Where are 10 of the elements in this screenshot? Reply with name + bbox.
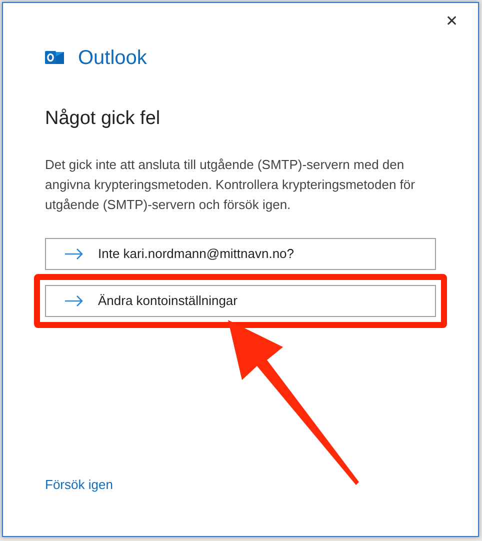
option-button[interactable]: Inte kari.nordmann@mittnavn.no? bbox=[45, 238, 436, 270]
option-button[interactable]: Ändra kontoinställningar bbox=[45, 284, 436, 316]
arrow-icon bbox=[64, 294, 84, 306]
error-message: Det gick inte att ansluta till utgående (SMTP)-servern med den angivna krypteringsmetoden. Kontrollera krypteringsmetoden för utgående (SMTP)-servern och försök igen. bbox=[45, 156, 416, 214]
app-name: Outlook bbox=[78, 46, 147, 71]
arrow-icon bbox=[64, 248, 84, 260]
outlook-logo-icon bbox=[45, 49, 65, 67]
retry-link[interactable]: Försök igen bbox=[45, 474, 113, 494]
dialog-heading: Något gick fel bbox=[45, 107, 162, 131]
close-button[interactable]: ✕ bbox=[440, 9, 464, 33]
